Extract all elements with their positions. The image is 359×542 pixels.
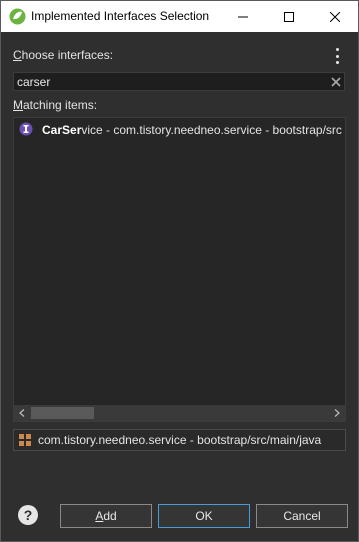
- horizontal-scrollbar[interactable]: [14, 405, 345, 421]
- choose-interfaces-label: Choose interfaces:: [13, 48, 113, 62]
- window-title: Implemented Interfaces Selection: [31, 9, 210, 23]
- cancel-button[interactable]: Cancel: [256, 504, 348, 528]
- match-highlight: CarSer: [42, 123, 82, 137]
- choose-label-text: hoose interfaces:: [21, 48, 114, 62]
- ok-button[interactable]: OK: [158, 504, 250, 528]
- search-input[interactable]: carser: [13, 72, 345, 91]
- maximize-icon: [284, 11, 294, 22]
- view-menu-button[interactable]: [332, 48, 342, 64]
- matching-label-text: atching items:: [23, 98, 98, 112]
- scroll-right-button[interactable]: [329, 405, 345, 421]
- kebab-dot: [335, 61, 339, 64]
- matching-items-list[interactable]: CarService - com.tistory.needneo.service…: [13, 117, 346, 422]
- add-mnemonic: A: [95, 509, 104, 523]
- title-bar[interactable]: Implemented Interfaces Selection: [1, 1, 358, 32]
- interface-icon: [19, 122, 33, 136]
- status-text: com.tistory.needneo.service - bootstrap/…: [38, 433, 322, 447]
- scroll-left-button[interactable]: [14, 405, 30, 421]
- maximize-button[interactable]: [266, 1, 312, 32]
- selected-package-status: com.tistory.needneo.service - bootstrap/…: [13, 429, 346, 451]
- kebab-dot: [335, 48, 339, 51]
- help-icon: ?: [23, 507, 33, 523]
- minimize-icon: [238, 16, 248, 17]
- clear-icon[interactable]: [331, 77, 341, 87]
- choose-mnemonic: C: [13, 48, 22, 62]
- cancel-label: Cancel: [283, 509, 321, 523]
- eclipse-spring-app-icon: [9, 8, 26, 25]
- scroll-thumb[interactable]: [31, 407, 94, 419]
- close-icon: [330, 11, 340, 22]
- close-button[interactable]: [312, 1, 358, 32]
- list-item-label: CarService - com.tistory.needneo.service…: [42, 123, 342, 137]
- matching-items-label: Matching items:: [13, 98, 97, 112]
- list-item[interactable]: CarService - com.tistory.needneo.service…: [14, 120, 345, 140]
- package-icon: [19, 434, 31, 446]
- minimize-button[interactable]: [220, 1, 266, 32]
- list-item-rest: vice - com.tistory.needneo.service - boo…: [81, 123, 342, 137]
- add-label: dd: [103, 509, 117, 523]
- chevron-right-icon: [334, 409, 340, 417]
- chevron-left-icon: [19, 409, 25, 417]
- matching-mnemonic: M: [13, 98, 23, 112]
- dialog-window: Implemented Interfaces Selection Choose …: [0, 0, 359, 542]
- kebab-dot: [335, 54, 339, 58]
- help-button[interactable]: ?: [18, 505, 38, 525]
- add-button[interactable]: Add: [60, 504, 152, 528]
- ok-label: OK: [195, 509, 213, 523]
- search-value: carser: [17, 75, 51, 89]
